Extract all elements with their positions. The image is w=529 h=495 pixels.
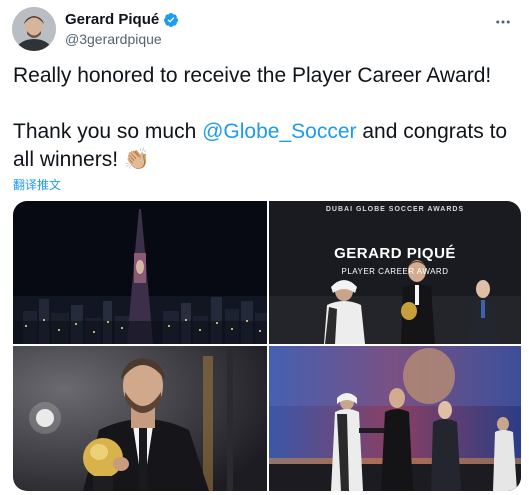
mention-link[interactable]: @Globe_Soccer xyxy=(202,120,356,143)
media-grid: DUBAI GLOBE SOCCER AWARDS GERARD PIQUÉ P… xyxy=(13,201,521,491)
translate-tweet-link[interactable]: 翻译推文 xyxy=(13,176,61,193)
photo-dubai-skyline[interactable] xyxy=(13,201,267,344)
clapping-hands-emoji: 👏🏼 xyxy=(123,148,151,171)
avatar[interactable] xyxy=(12,7,56,51)
tweet-line-2-prefix: Thank you so much xyxy=(13,120,203,143)
more-options-icon[interactable] xyxy=(491,10,515,34)
stage-name-text: GERARD PIQUÉ xyxy=(334,245,456,262)
tweet-line-1: Really honored to receive the Player Car… xyxy=(13,64,492,87)
stage-award-text: PLAYER CAREER AWARD xyxy=(341,267,449,276)
photo-handshake[interactable] xyxy=(269,346,521,491)
stage-brand-text: DUBAI GLOBE SOCCER AWARDS xyxy=(325,206,465,213)
verified-badge-icon xyxy=(163,12,179,28)
tweet-text: Really honored to receive the Player Car… xyxy=(13,62,518,174)
user-handle[interactable]: @3gerardpique xyxy=(65,31,162,47)
tweet-line-2: Thank you so much @Globe_Soccer and cong… xyxy=(13,118,518,174)
user-name[interactable]: Gerard Piqué xyxy=(65,11,159,28)
photo-award-stage[interactable]: DUBAI GLOBE SOCCER AWARDS GERARD PIQUÉ P… xyxy=(269,201,521,344)
photo-pique-trophy[interactable] xyxy=(13,346,267,491)
